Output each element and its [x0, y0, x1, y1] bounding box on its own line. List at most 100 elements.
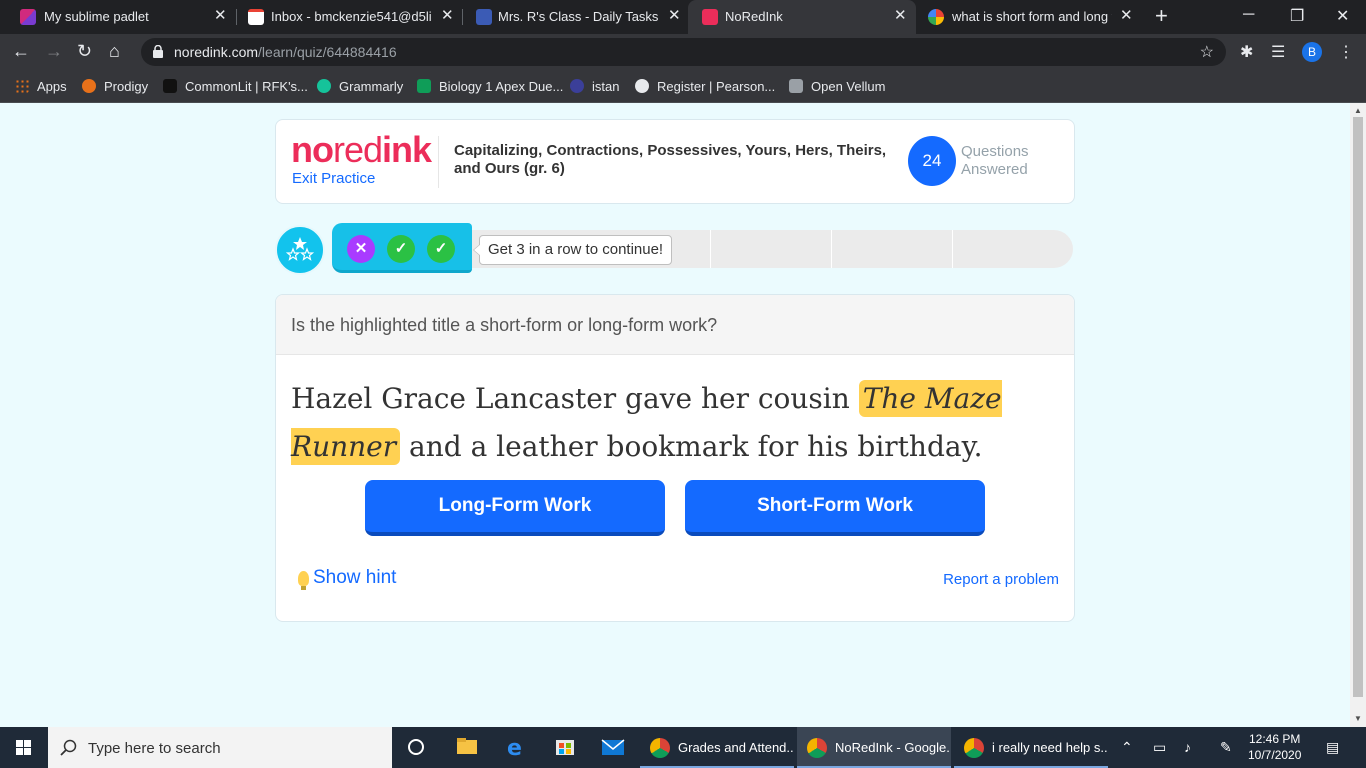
- address-bar[interactable]: noredink.com/learn/quiz/644884416 ☆: [141, 38, 1226, 66]
- gmail-favicon-icon: [248, 9, 264, 25]
- progress-bar: ✕ ✓ ✓ Get 3 in a row to continue!: [275, 223, 1075, 275]
- close-window-icon[interactable]: ✕: [1336, 6, 1349, 26]
- notifications-icon[interactable]: ▤: [1326, 739, 1339, 756]
- short-form-work-button[interactable]: Short-Form Work: [685, 480, 985, 536]
- question-card: Is the highlighted title a short-form or…: [275, 294, 1075, 622]
- system-clock[interactable]: 12:46 PM 10/7/2020: [1248, 731, 1301, 763]
- book-icon: [163, 79, 177, 93]
- cortana-icon[interactable]: [404, 727, 428, 768]
- profile-avatar[interactable]: B: [1302, 42, 1322, 62]
- question-sentence: Hazel Grace Lancaster gave her cousin Th…: [291, 380, 1002, 465]
- new-tab-icon[interactable]: +: [1155, 5, 1168, 27]
- bookmark-istan[interactable]: istan: [570, 77, 619, 95]
- tab-inbox[interactable]: Inbox - bmckenzie541@d5live ✕: [236, 0, 462, 34]
- windows-taskbar: Type here to search e Grades and Attend.…: [0, 727, 1366, 768]
- bookmark-open-vellum[interactable]: Open Vellum: [789, 77, 885, 95]
- taskbar-app-grades[interactable]: Grades and Attend...: [640, 727, 794, 768]
- home-icon[interactable]: ⌂: [109, 41, 120, 61]
- bookmark-star-icon[interactable]: ☆: [1200, 42, 1214, 62]
- scroll-thumb[interactable]: [1353, 117, 1363, 697]
- bookmark-grammarly[interactable]: Grammarly: [317, 77, 403, 95]
- globe-icon: [635, 79, 649, 93]
- questions-answered-label: Questions Answered: [961, 143, 1029, 178]
- question-prompt: Is the highlighted title a short-form or…: [276, 295, 1074, 355]
- edge-icon[interactable]: e: [505, 727, 529, 768]
- reload-icon[interactable]: ↻: [77, 41, 92, 61]
- forward-icon[interactable]: →: [45, 41, 63, 61]
- streak-panel: ✕ ✓ ✓: [332, 223, 472, 273]
- grammarly-icon: [317, 79, 331, 93]
- close-tab-icon[interactable]: ✕: [894, 8, 907, 24]
- mail-icon[interactable]: [601, 727, 625, 768]
- apps-grid-icon: [15, 79, 29, 93]
- scroll-up-icon[interactable]: ▲: [1354, 106, 1362, 115]
- svg-text:e: e: [507, 736, 522, 761]
- mastery-stars-icon: [275, 225, 325, 275]
- topic-title: Capitalizing, Contractions, Possessives,…: [454, 142, 887, 177]
- pen-icon[interactable]: ✎: [1220, 739, 1232, 756]
- divider: [438, 136, 439, 188]
- show-hint-button[interactable]: Show hint: [298, 567, 396, 590]
- search-placeholder: Type here to search: [88, 740, 221, 757]
- bookmark-prodigy[interactable]: Prodigy: [82, 77, 148, 95]
- streak-dot-correct: ✓: [427, 235, 455, 263]
- long-form-work-button[interactable]: Long-Form Work: [365, 480, 665, 536]
- tab-title: Inbox - bmckenzie541@d5live: [271, 9, 431, 24]
- tab-noredink[interactable]: NoRedInk ✕: [688, 0, 916, 34]
- search-icon: [60, 739, 77, 756]
- scroll-down-icon[interactable]: ▼: [1354, 714, 1362, 723]
- report-problem-link[interactable]: Report a problem: [943, 571, 1059, 588]
- close-tab-icon[interactable]: ✕: [1120, 8, 1133, 24]
- tab-title: My sublime padlet: [44, 9, 149, 24]
- padlet-favicon-icon: [20, 9, 36, 25]
- exit-practice-link[interactable]: Exit Practice: [292, 170, 375, 187]
- windows-start-icon[interactable]: [0, 727, 48, 768]
- bookmark-apps[interactable]: Apps: [15, 77, 67, 95]
- taskbar-search-input[interactable]: Type here to search: [48, 727, 392, 768]
- google-favicon-icon: [928, 9, 944, 25]
- tab-daily-tasks[interactable]: Mrs. R's Class - Daily Tasks ✕: [462, 0, 688, 34]
- close-tab-icon[interactable]: ✕: [668, 8, 681, 24]
- media-control-icon[interactable]: ☰: [1271, 42, 1285, 62]
- tab-title: NoRedInk: [725, 9, 783, 24]
- bookmark-commonlit[interactable]: CommonLit | RFK's...: [163, 77, 308, 95]
- tab-google-search[interactable]: what is short form and long fo ✕: [916, 0, 1142, 34]
- tab-title: what is short form and long fo: [952, 9, 1112, 24]
- close-tab-icon[interactable]: ✕: [441, 8, 454, 24]
- streak-dot-correct: ✓: [387, 235, 415, 263]
- streak-tooltip: Get 3 in a row to continue!: [472, 235, 673, 265]
- file-explorer-icon[interactable]: [455, 727, 479, 768]
- questions-answered-count: 24: [908, 136, 956, 186]
- url-text: noredink.com/learn/quiz/644884416: [174, 44, 397, 60]
- battery-icon[interactable]: ▭: [1153, 739, 1166, 756]
- biology-icon: [417, 79, 431, 93]
- show-hidden-icons-icon[interactable]: ⌃: [1121, 739, 1133, 756]
- minimize-icon[interactable]: ─: [1243, 6, 1254, 24]
- prompt-text: Is the highlighted title a short-form or…: [291, 315, 718, 335]
- noredink-favicon-icon: [702, 9, 718, 25]
- menu-icon[interactable]: ⋮: [1338, 42, 1354, 62]
- tab-title: Mrs. R's Class - Daily Tasks: [498, 9, 658, 24]
- page-scrollbar[interactable]: ▲ ▼: [1350, 103, 1366, 727]
- bookmarks-bar: Apps Prodigy CommonLit | RFK's... Gramma…: [0, 70, 1366, 103]
- bookmark-pearson[interactable]: Register | Pearson...: [635, 77, 775, 95]
- istan-icon: [570, 79, 584, 93]
- store-icon[interactable]: [553, 727, 577, 768]
- volume-icon[interactable]: ♪: [1184, 739, 1191, 755]
- chrome-icon: [964, 737, 984, 758]
- lightbulb-icon: [298, 570, 309, 590]
- tab-padlet[interactable]: My sublime padlet ✕: [0, 0, 236, 34]
- quiz-header: noredink Exit Practice Capitalizing, Con…: [275, 119, 1075, 204]
- back-icon[interactable]: ←: [12, 41, 30, 61]
- taskbar-app-help[interactable]: i really need help s...: [954, 727, 1108, 768]
- bookmark-biology[interactable]: Biology 1 Apex Due...: [417, 77, 563, 95]
- taskbar-app-noredink[interactable]: NoRedInk - Google...: [797, 727, 951, 768]
- restore-icon[interactable]: ❐: [1290, 6, 1304, 26]
- browser-window: My sublime padlet ✕ Inbox - bmckenzie541…: [0, 0, 1366, 768]
- page-icon: [789, 79, 803, 93]
- extensions-icon[interactable]: ✱: [1240, 42, 1253, 62]
- calendar-favicon-icon: [476, 9, 492, 25]
- close-tab-icon[interactable]: ✕: [214, 8, 227, 24]
- streak-dot-wrong: ✕: [347, 235, 375, 263]
- noredink-logo[interactable]: noredink: [291, 132, 432, 168]
